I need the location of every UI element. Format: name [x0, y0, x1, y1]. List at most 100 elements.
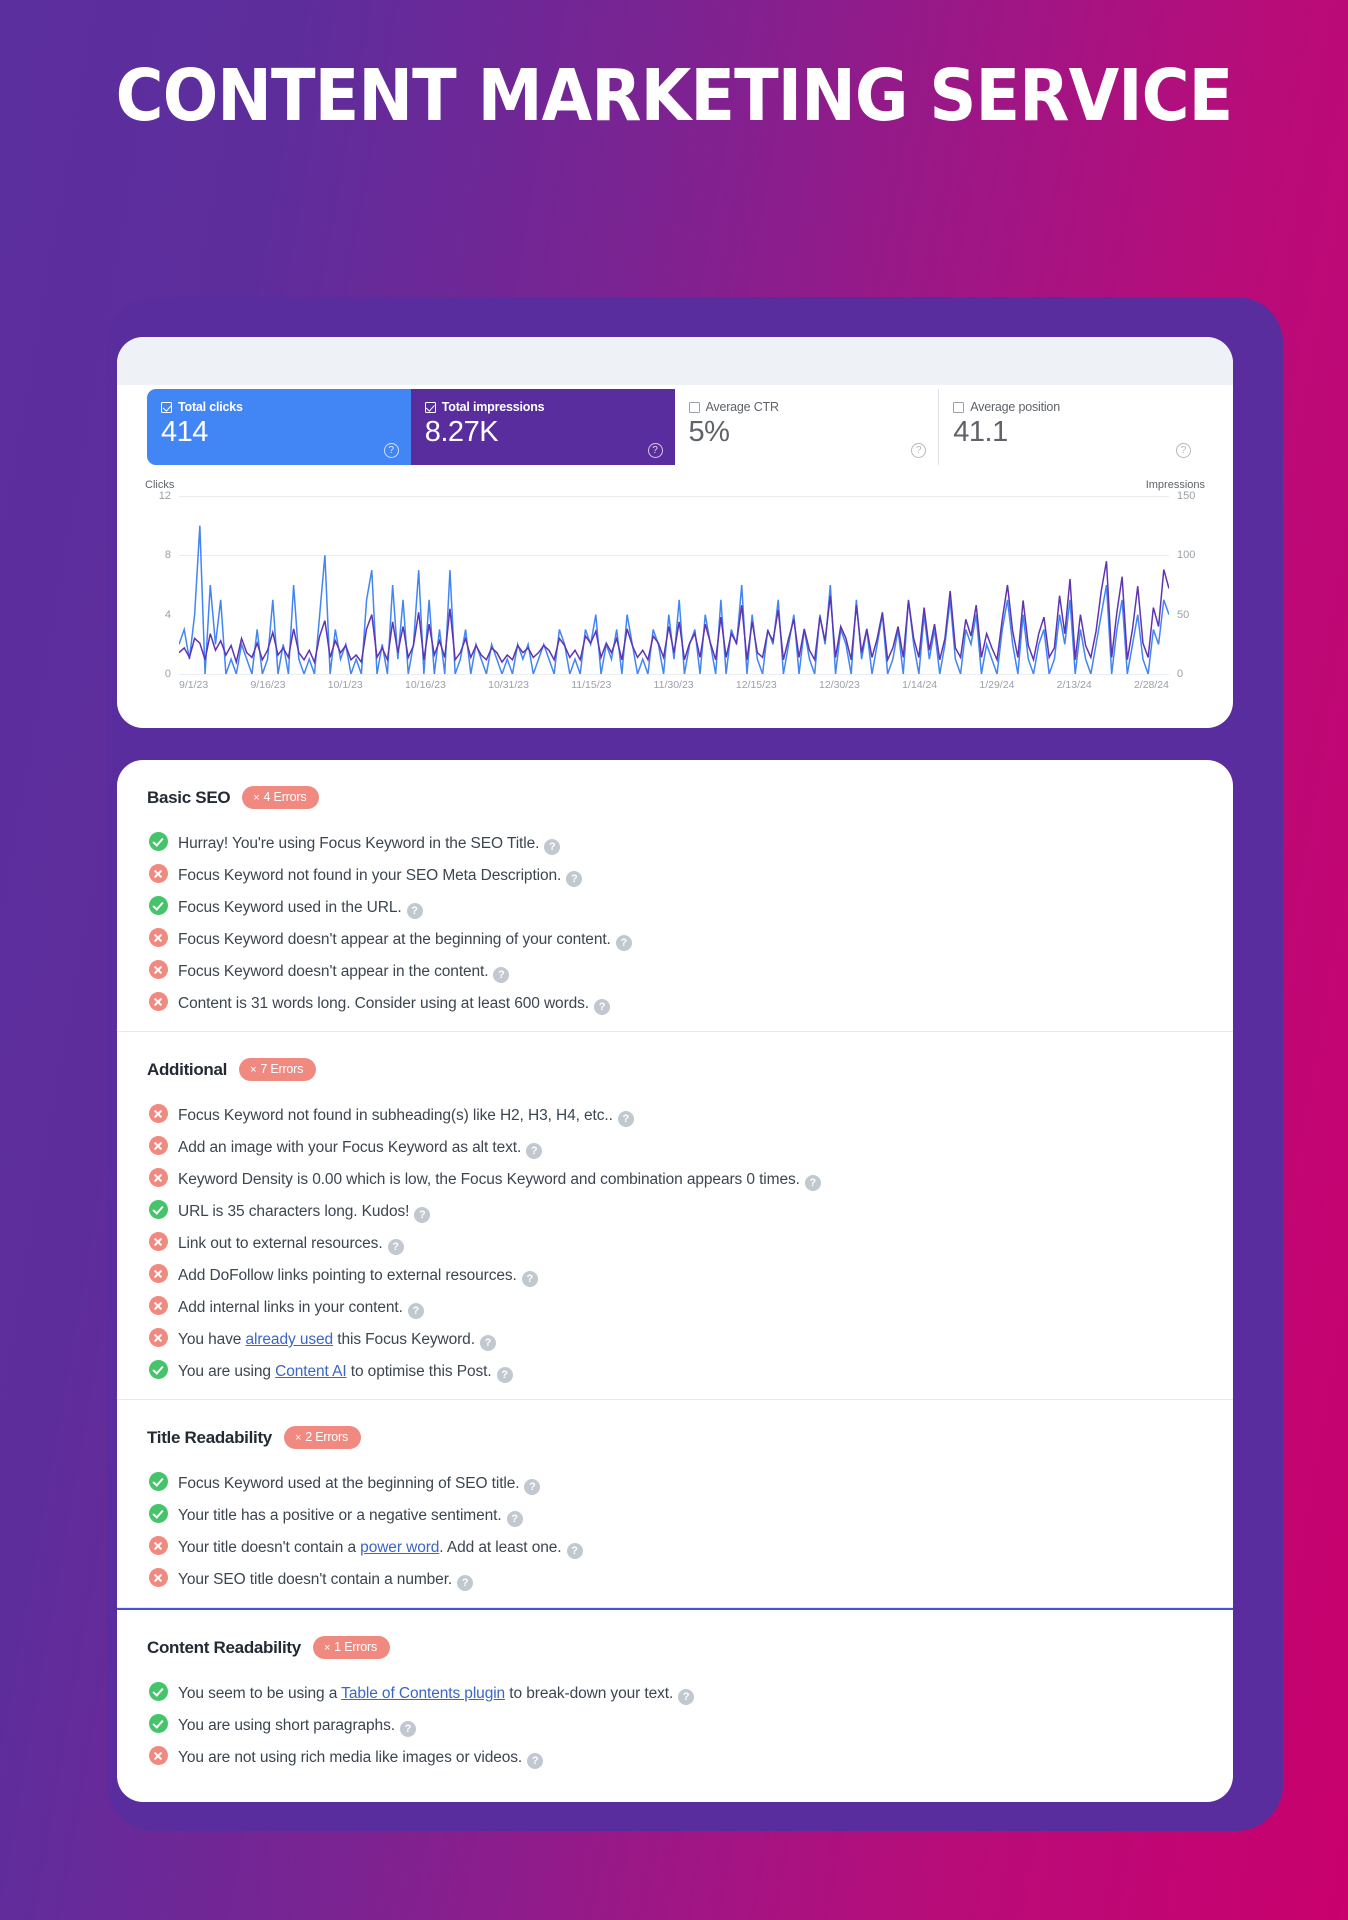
section-header: Content Readability × 1 Errors: [147, 1628, 1203, 1675]
inline-link[interactable]: Content AI: [275, 1363, 346, 1380]
help-icon[interactable]: ?: [527, 1753, 544, 1769]
help-icon[interactable]: ?: [566, 871, 583, 887]
help-icon[interactable]: ?: [678, 1689, 695, 1705]
error-circle-icon: [149, 992, 168, 1011]
inline-link[interactable]: power word: [360, 1539, 439, 1556]
check-circle-icon: [149, 1682, 168, 1701]
help-icon[interactable]: ?: [617, 1111, 634, 1127]
seo-section-content-readability: Content Readability × 1 Errors You seem to …: [117, 1608, 1233, 1785]
chart-x-tick: 10/16/23: [405, 679, 446, 691]
help-icon[interactable]: ?: [804, 1175, 821, 1191]
section-header: Additional × 7 Errors: [147, 1050, 1203, 1097]
list-item: Your SEO title doesn't contain a number.…: [149, 1561, 1203, 1593]
metric-value: 5%: [688, 416, 730, 448]
help-icon[interactable]: ?: [457, 1575, 474, 1591]
metric-label: Average position: [970, 400, 1060, 414]
metric-card-average-ctr[interactable]: Average CTR 5%?: [675, 389, 940, 465]
chart-y-tick-right: 50: [1177, 608, 1190, 621]
help-icon[interactable]: ?: [479, 1335, 496, 1351]
inline-link[interactable]: Table of Contents plugin: [341, 1685, 505, 1702]
metric-checkbox[interactable]: [161, 401, 172, 413]
analytics-toolbar: [117, 337, 1233, 385]
section-item-list: You seem to be using a Table of Contents…: [147, 1675, 1203, 1771]
list-item: Content is 31 words long. Consider using…: [149, 985, 1203, 1017]
help-icon[interactable]: ?: [493, 967, 510, 983]
help-icon[interactable]: ?: [399, 1721, 416, 1737]
help-icon[interactable]: ?: [407, 1303, 424, 1319]
seo-section-basic-seo: Basic SEO × 4 Errors Hurray! You're using F…: [117, 760, 1233, 1032]
help-icon[interactable]: ?: [521, 1271, 538, 1287]
help-icon[interactable]: ?: [496, 1367, 513, 1383]
chart-x-tick: 2/28/24: [1133, 679, 1169, 691]
help-icon[interactable]: ?: [594, 999, 611, 1015]
chart-y-tick-right: 0: [1177, 668, 1184, 680]
metric-checkbox[interactable]: [688, 401, 700, 413]
help-icon[interactable]: ?: [406, 903, 423, 919]
check-circle-icon: [149, 896, 168, 915]
help-icon[interactable]: ?: [911, 443, 927, 458]
help-icon[interactable]: ?: [615, 935, 632, 951]
error-circle-icon: [149, 1746, 168, 1765]
metric-checkbox[interactable]: [424, 401, 436, 413]
error-circle-icon: [149, 1232, 168, 1251]
list-item: Add an image with your Focus Keyword as …: [149, 1129, 1203, 1161]
list-item: Your title has a positive or a negative …: [149, 1497, 1203, 1529]
metric-value: 41.1: [953, 416, 1008, 448]
check-circle-icon: [149, 1472, 168, 1491]
metric-card-total-clicks[interactable]: Total clicks 414?: [147, 389, 411, 465]
help-icon[interactable]: ?: [387, 1239, 404, 1255]
help-icon[interactable]: ?: [414, 1207, 431, 1223]
inline-link[interactable]: already used: [245, 1331, 333, 1348]
list-item-label: URL is 35 characters long. Kudos!?: [178, 1203, 431, 1223]
help-icon[interactable]: ?: [383, 443, 399, 458]
list-item: Focus Keyword doesn't appear at the begi…: [149, 921, 1203, 953]
error-circle-icon: [149, 928, 168, 947]
chart-y-tick-left: 12: [158, 490, 171, 502]
help-icon[interactable]: ?: [1176, 443, 1191, 458]
metric-header: Total impressions: [424, 400, 661, 414]
section-header: Basic SEO × 4 Errors: [147, 778, 1203, 825]
list-item-label: Link out to external resources.?: [178, 1235, 404, 1255]
list-item-label: Focus Keyword used in the URL.?: [178, 899, 423, 919]
error-count-badge: × 1 Errors: [312, 1636, 391, 1659]
help-icon[interactable]: ?: [506, 1511, 523, 1527]
check-circle-icon: [149, 1360, 168, 1379]
metric-value: 8.27K: [424, 416, 499, 448]
close-icon: ×: [294, 1432, 302, 1444]
list-item-label: You are using short paragraphs.?: [178, 1717, 416, 1737]
list-item-label: Your title has a positive or a negative …: [178, 1507, 523, 1527]
chart-x-tick: 1/29/24: [979, 679, 1015, 691]
list-item-label: Add DoFollow links pointing to external …: [178, 1267, 538, 1287]
chart-x-axis: 9/1/23 9/16/23 10/1/23 10/16/23 10/31/23 11/1…: [179, 679, 1169, 691]
metrics-row: Total clicks 414? Total impressions 8.27K? A…: [147, 389, 1203, 465]
list-item: Focus Keyword doesn't appear in the cont…: [149, 953, 1203, 985]
list-item: Focus Keyword not found in subheading(s)…: [149, 1097, 1203, 1129]
list-item-label: Add internal links in your content.?: [178, 1299, 424, 1319]
page-title: CONTENT MARKETING SERVICE: [115, 54, 1234, 137]
chart-plot-area: 12 150 8 100 4 50 0 0: [159, 490, 1196, 680]
chart-y-tick-left: 8: [164, 549, 171, 562]
error-circle-icon: [149, 1264, 168, 1283]
seo-analysis-card: Basic SEO × 4 Errors Hurray! You're using F…: [117, 760, 1233, 1802]
metric-checkbox[interactable]: [953, 401, 965, 413]
chart-x-tick: 11/15/23: [571, 679, 612, 691]
metric-label: Total impressions: [441, 400, 545, 414]
section-item-list: Hurray! You're using Focus Keyword in th…: [147, 825, 1203, 1017]
help-icon[interactable]: ?: [566, 1543, 583, 1559]
metric-label: Total clicks: [178, 400, 243, 414]
section-title: Content Readability: [147, 1637, 301, 1657]
list-item-label: You are using Content AI to optimise thi…: [178, 1363, 513, 1383]
chart-x-tick: 10/1/23: [327, 679, 363, 691]
list-item-label: Focus Keyword not found in subheading(s)…: [178, 1107, 634, 1127]
metric-card-average-position[interactable]: Average position 41.1?: [939, 389, 1203, 465]
help-icon[interactable]: ?: [544, 839, 561, 855]
performance-chart: Clicks Impressions 12 150 8 100 4 50 0 0 9/1/23…: [145, 479, 1205, 724]
metric-card-total-impressions[interactable]: Total impressions 8.27K?: [410, 389, 675, 465]
seo-section-additional: Additional × 7 Errors Focus Keyword not fou…: [117, 1032, 1233, 1400]
metric-value: 414: [161, 416, 208, 448]
section-item-list: Focus Keyword not found in subheading(s)…: [147, 1097, 1203, 1385]
help-icon[interactable]: ?: [647, 443, 663, 458]
help-icon[interactable]: ?: [524, 1479, 541, 1495]
help-icon[interactable]: ?: [526, 1143, 543, 1159]
error-circle-icon: [149, 960, 168, 979]
